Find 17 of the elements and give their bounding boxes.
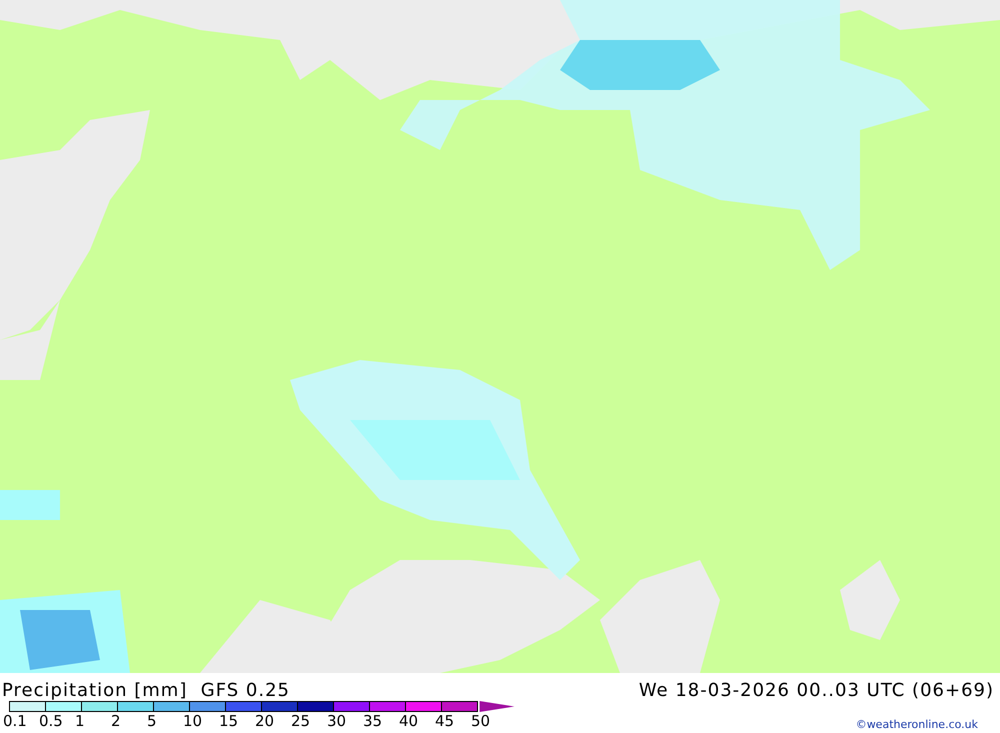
chart-title: Precipitation [mm] GFS 0.25 xyxy=(2,680,290,701)
legend-label: 0.1 xyxy=(3,712,28,731)
legend-label: 20 xyxy=(255,712,276,731)
legend-label: 40 xyxy=(399,712,420,731)
legend-label: 15 xyxy=(219,712,240,731)
legend-label: 25 xyxy=(291,712,312,731)
legend-label: 50 xyxy=(471,712,492,731)
legend-label: 5 xyxy=(147,712,158,731)
legend-label: 10 xyxy=(183,712,204,731)
legend-label: 2 xyxy=(111,712,122,731)
legend-label: 45 xyxy=(435,712,456,731)
legend-label: 35 xyxy=(363,712,384,731)
legend-label: 0.5 xyxy=(39,712,64,731)
legend-label: 1 xyxy=(75,712,86,731)
credit-link[interactable]: ©weatheronline.co.uk xyxy=(856,718,978,731)
legend-label: 30 xyxy=(327,712,348,731)
valid-time: We 18-03-2026 00..03 UTC (06+69) xyxy=(638,680,994,701)
